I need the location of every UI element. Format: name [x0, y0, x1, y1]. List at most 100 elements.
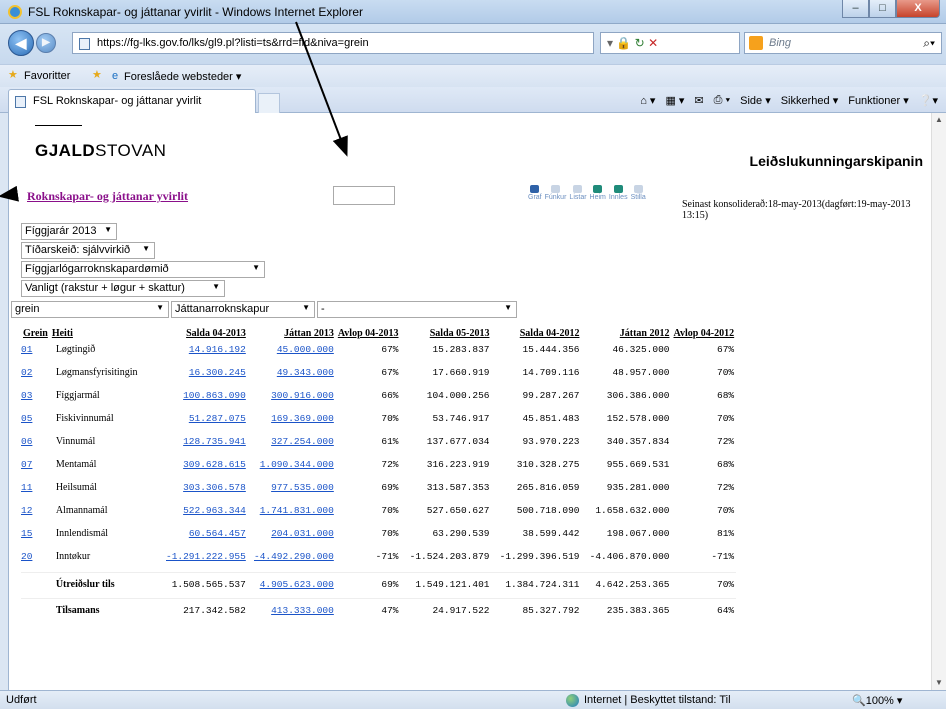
search-box[interactable]: Bing ⌕▾	[744, 32, 942, 54]
maximize-button[interactable]: □	[869, 0, 896, 18]
safety-menu[interactable]: Sikkerhed ▾	[781, 94, 839, 107]
table-row: 05 Fiskivinnumál 51.287.075 169.369.000 70% 5…	[21, 411, 736, 434]
favorites-star-icon[interactable]: ★	[8, 68, 18, 81]
help-icon[interactable]: ❔▾	[919, 94, 938, 107]
col-header-avlop-0413[interactable]: Avlop 04-2013	[336, 328, 401, 342]
back-button[interactable]: ◀	[8, 30, 34, 56]
close-button[interactable]: X	[896, 0, 940, 18]
cell-j13[interactable]: -4.492.290.000	[248, 549, 336, 572]
scroll-down-icon[interactable]: ▼	[932, 676, 946, 690]
grein-code-link[interactable]: 20	[21, 549, 50, 572]
col-header-salda-0413[interactable]: Salda 04-2013	[162, 328, 248, 342]
col-header-grein[interactable]: Grein	[21, 328, 50, 342]
address-tools[interactable]: ▾ 🔒 ↻ ✕	[600, 32, 740, 54]
dropdown-icon[interactable]: ▾	[607, 36, 613, 50]
col-header-jattan-2012[interactable]: Játtan 2012	[581, 328, 671, 342]
mail-icon[interactable]: ✉	[694, 94, 703, 107]
stop-icon[interactable]: ✕	[648, 36, 658, 50]
cell-j13[interactable]: 45.000.000	[248, 342, 336, 365]
print-icon[interactable]: ⎙ ▾	[714, 94, 730, 107]
zoom-control[interactable]: 🔍100% ▾	[852, 694, 902, 707]
address-bar[interactable]: https://fg-lks.gov.fo/lks/gl9.pl?listi=t…	[72, 32, 594, 54]
cell-s0412: 1.384.724.311	[491, 571, 582, 598]
type-select[interactable]: Vanligt (rakstur + løgur + skattur) ▼	[21, 280, 225, 297]
cell-j13[interactable]: 4.905.623.000	[247, 571, 336, 598]
cell-a0412: 68%	[717, 390, 735, 401]
filter-select[interactable]: - ▼	[317, 301, 517, 318]
col-header-salda-0412[interactable]: Salda 04-2012	[491, 328, 581, 342]
cell-s0413[interactable]: 14.916.192	[162, 342, 248, 365]
heim-button[interactable]: Heim	[590, 185, 606, 201]
security-zone[interactable]: Internet | Beskyttet tilstand: Til	[566, 694, 731, 707]
grein-code-link[interactable]: 06	[21, 434, 50, 457]
cell-s0413[interactable]: 522.963.344	[162, 503, 248, 526]
grein-code-link[interactable]: 15	[21, 526, 50, 549]
col-header-avlop-0412[interactable]: Avlop 04-2012	[671, 328, 736, 342]
cell-j13[interactable]: 49.343.000	[248, 365, 336, 388]
graf-button[interactable]: Graf	[528, 185, 542, 201]
page-search-input[interactable]	[333, 186, 395, 205]
stilla-button[interactable]: Stilla	[631, 185, 646, 201]
col-header-heiti[interactable]: Heiti	[50, 328, 162, 342]
period-select[interactable]: Tíðarskeið: sjálvvirkið ▼	[21, 242, 155, 259]
grein-code-link[interactable]: 11	[21, 480, 50, 503]
grein-code-link[interactable]: 05	[21, 411, 50, 434]
refresh-icon[interactable]: ↻	[635, 36, 645, 50]
cell-j12: 955.669.531	[606, 459, 670, 470]
page-title-link[interactable]: Roknskapar- og játtanar yvirlit	[27, 189, 188, 204]
cell-s0413[interactable]: 100.863.090	[162, 388, 248, 411]
cell-j13[interactable]: 169.369.000	[248, 411, 336, 434]
col-header-jattan-2013[interactable]: Játtan 2013	[248, 328, 336, 342]
year-select[interactable]: Fíggjarár 2013 ▼	[21, 223, 117, 240]
col-header-salda-0513[interactable]: Salda 05-2013	[400, 328, 491, 342]
tab-current[interactable]: FSL Roknskapar- og játtanar yvirlit	[8, 89, 256, 113]
import-icon	[613, 185, 623, 193]
minimize-button[interactable]: –	[842, 0, 869, 18]
cell-s0413[interactable]: 51.287.075	[162, 411, 248, 434]
page-menu[interactable]: Side ▾	[740, 94, 771, 107]
feeds-icon[interactable]: ▦ ▾	[665, 94, 684, 107]
cell-j12: 48.957.000	[612, 367, 670, 378]
cell-j12: 1.658.632.000	[595, 505, 670, 516]
search-placeholder: Bing	[769, 37, 792, 49]
cell-j13[interactable]: 204.031.000	[248, 526, 336, 549]
funkur-button[interactable]: Fúnkur	[545, 185, 566, 201]
cell-s0413[interactable]: 303.306.578	[162, 480, 248, 503]
tools-menu[interactable]: Funktioner ▾	[848, 94, 909, 107]
account-select[interactable]: Játtanarroknskapur ▼	[171, 301, 315, 318]
favorites-button[interactable]: Favoritter	[24, 70, 70, 82]
forward-button[interactable]: ▶	[36, 33, 56, 53]
cell-j13[interactable]: 1.090.344.000	[248, 457, 336, 480]
listar-button[interactable]: Listar	[569, 185, 587, 201]
level-select[interactable]: grein ▼	[11, 301, 169, 318]
cell-j13[interactable]: 413.333.000	[247, 597, 336, 624]
cell-s0413[interactable]: 16.300.245	[162, 365, 248, 388]
home-icon[interactable]: ⌂ ▾	[640, 94, 655, 107]
vertical-scrollbar[interactable]: ▲ ▼	[931, 113, 946, 690]
grein-code-link[interactable]: 07	[21, 457, 50, 480]
cell-j13[interactable]: 327.254.000	[248, 434, 336, 457]
search-icon[interactable]: ⌕▾	[923, 36, 935, 51]
grein-code-link[interactable]: 03	[21, 388, 50, 411]
grein-code-link[interactable]: 01	[21, 342, 50, 365]
grein-code-link[interactable]: 02	[21, 365, 50, 388]
new-tab-button[interactable]	[258, 93, 280, 113]
cell-s0413[interactable]: -1.291.222.955	[162, 549, 248, 572]
grein-code-link[interactable]: 12	[21, 503, 50, 526]
scroll-up-icon[interactable]: ▲	[932, 113, 946, 127]
cell-j13[interactable]: 1.741.831.000	[248, 503, 336, 526]
cell-j12: 46.325.000	[612, 344, 670, 355]
innles-button[interactable]: Innles	[609, 185, 628, 201]
cell-s0413[interactable]: 128.735.941	[162, 434, 248, 457]
area-select[interactable]: Fíggjarlógarroknskapardømið ▼	[21, 261, 265, 278]
cell-s0412: 500.718.090	[516, 505, 580, 516]
lock-icon[interactable]: 🔒	[616, 36, 631, 50]
suggested-sites-link[interactable]: Foreslåede websteder ▾	[124, 70, 241, 83]
cell-j13[interactable]: 977.535.000	[248, 480, 336, 503]
page-content: GJALDSTOVAN Leiðslukunningarskipanin Rok…	[8, 113, 931, 690]
add-favorite-icon[interactable]: ★	[92, 68, 102, 81]
cell-j13[interactable]: 300.916.000	[248, 388, 336, 411]
cell-s0413[interactable]: 60.564.457	[162, 526, 248, 549]
bing-icon	[749, 36, 763, 50]
cell-s0413[interactable]: 309.628.615	[162, 457, 248, 480]
